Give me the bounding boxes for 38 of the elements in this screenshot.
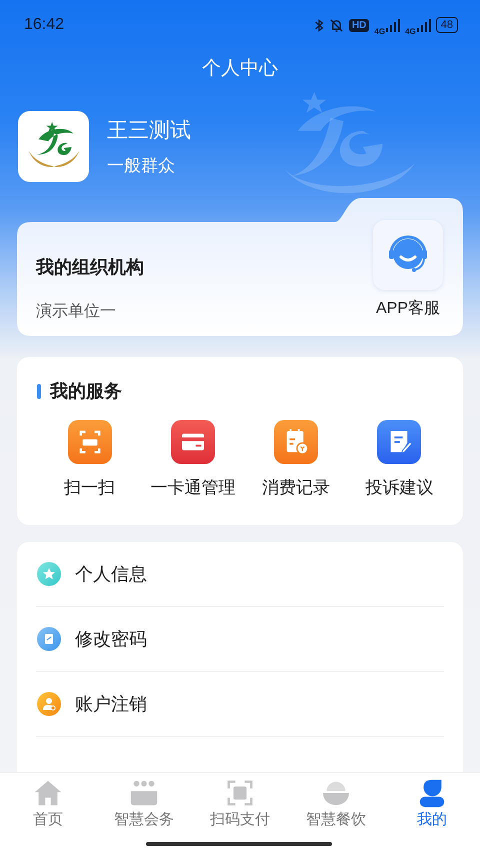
page-title: 个人中心 xyxy=(202,57,278,81)
bluetooth-icon xyxy=(314,18,324,32)
menu-item[interactable]: 修改密码 xyxy=(36,607,444,672)
heading-marker xyxy=(37,384,41,398)
user-role: 一般群众 xyxy=(107,155,176,177)
user-icon xyxy=(37,692,61,716)
scan-icon xyxy=(68,420,112,464)
battery-level: 48 xyxy=(436,17,458,33)
service-button[interactable]: 投诉建议 xyxy=(348,420,451,499)
person-icon xyxy=(417,778,447,808)
group-icon xyxy=(129,778,159,808)
card-icon xyxy=(170,420,215,464)
scan-icon xyxy=(225,778,255,808)
org-heading: 我的组织机构 xyxy=(36,256,144,278)
menu-item[interactable]: 个人信息 xyxy=(36,542,444,607)
network-type: 4G xyxy=(405,26,416,36)
service-button[interactable]: 扫一扫 xyxy=(38,420,142,499)
receipt-icon xyxy=(274,420,318,464)
services-heading: 我的服务 xyxy=(50,380,122,403)
bell-muted-icon xyxy=(328,18,344,32)
signal-icon xyxy=(386,18,400,32)
signal-icon xyxy=(416,18,431,32)
network-type: 4G xyxy=(374,26,386,36)
user-name: 王三测试 xyxy=(107,118,191,144)
hd-badge: HD xyxy=(348,18,370,32)
status-time: 16:42 xyxy=(24,16,64,34)
document-icon xyxy=(37,627,61,651)
service-button[interactable]: 消费记录 xyxy=(244,420,348,499)
tab[interactable]: 扫码支付 xyxy=(210,778,270,829)
org-unit: 演示单位一 xyxy=(36,302,117,322)
service-button[interactable]: 一卡通管理 xyxy=(141,420,244,499)
tab[interactable]: 智慧餐饮 xyxy=(306,778,366,829)
edit-document-icon xyxy=(377,420,422,464)
menu-item[interactable]: 账户注销 xyxy=(36,672,444,737)
tab[interactable]: 智慧会务 xyxy=(114,778,174,829)
tab[interactable]: 我的 xyxy=(417,778,447,829)
tab[interactable]: 首页 xyxy=(33,778,63,829)
home-icon xyxy=(33,778,63,808)
